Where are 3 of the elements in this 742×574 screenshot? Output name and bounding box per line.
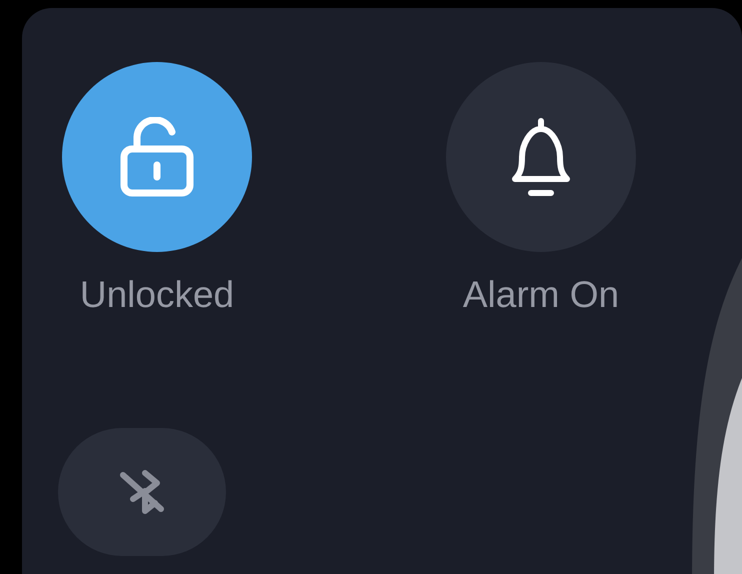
toggle-label: Unlocked <box>80 274 234 316</box>
unlocked-padlock-icon <box>120 117 194 197</box>
toggle-label: Alarm On <box>462 274 620 316</box>
